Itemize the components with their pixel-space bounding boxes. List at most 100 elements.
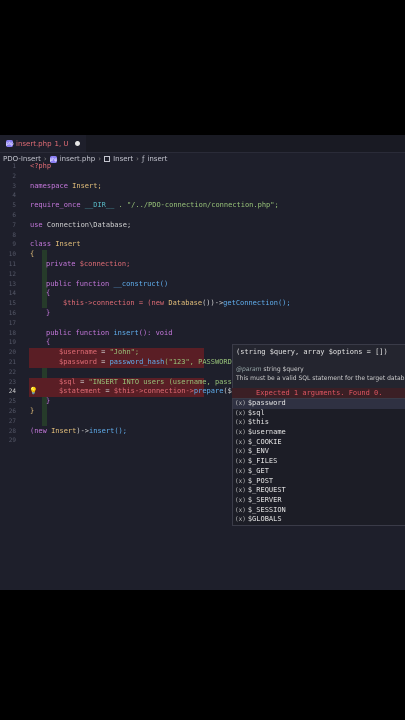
signature-text: (string $query, array $options = [])	[236, 348, 388, 356]
tab-filename: insert.php	[16, 139, 52, 148]
suggestion-item[interactable]: (x) $_SESSION	[233, 506, 405, 516]
suggestion-item[interactable]: (x) $_FILES	[233, 457, 405, 467]
code-text: namespace Insert;	[30, 181, 102, 190]
code-line: 18 public function insert(): void	[0, 329, 405, 339]
line-number: 25	[8, 398, 16, 406]
suggestion-item[interactable]: (x) $_GET	[233, 467, 405, 477]
variable-icon: (x)	[235, 448, 246, 456]
code-text: $statement = $this->connection->prepare(…	[59, 387, 233, 396]
code-text: <?php	[30, 162, 52, 170]
code-line: 15 $this->connection = (new Database())->…	[0, 299, 405, 309]
suggestion-item[interactable]: (x) $username	[233, 428, 405, 438]
variable-icon: (x)	[235, 400, 246, 407]
line-number: 22	[8, 368, 16, 376]
variable-icon: (x)	[235, 477, 246, 485]
code-text: }	[46, 397, 51, 406]
line-number: 16	[8, 309, 16, 317]
line-number: 11	[8, 260, 16, 268]
code-line: 4	[0, 191, 405, 201]
param-description: This must be a valid SQL statement for t…	[236, 375, 405, 382]
code-text: use Connection\Database;	[30, 220, 132, 229]
php-file-icon: php	[6, 140, 14, 147]
line-number: 17	[8, 319, 16, 327]
suggestion-item[interactable]: (x) $password	[233, 399, 405, 409]
line-number: 13	[8, 280, 16, 288]
variable-icon: (x)	[235, 419, 246, 427]
code-text: {	[46, 338, 51, 347]
suggestion-item[interactable]: (x) $_SERVER	[233, 496, 405, 506]
code-line: 6	[0, 211, 405, 221]
line-number: 12	[8, 270, 16, 278]
suggestion-item[interactable]: (x) $_POST	[233, 477, 405, 487]
diagnostic-text: Expected 1 arguments. Found 0.	[256, 389, 383, 397]
line-number: 29	[8, 437, 16, 445]
code-text: {	[46, 289, 51, 298]
line-number: 4	[12, 192, 16, 200]
variable-icon: (x)	[235, 409, 246, 417]
autocomplete-list[interactable]: (x) $password (x) $sql (x) $this (x) $userna…	[232, 398, 405, 526]
tab-status: 1, U	[54, 139, 69, 148]
code-line: 5 require_once __DIR__ . "/../PDO-connect…	[0, 201, 405, 211]
signature-help-popup: (string $query, array $options = []) @pa…	[232, 344, 405, 389]
line-number: 3	[12, 182, 16, 190]
code-text: {	[30, 250, 35, 259]
line-number: 23	[8, 378, 16, 386]
variable-icon: (x)	[235, 506, 246, 514]
line-number: 9	[12, 241, 16, 249]
variable-icon: (x)	[235, 458, 246, 466]
code-text: private $connection;	[46, 259, 131, 268]
suggestion-item[interactable]: (x) $GLOBALS	[233, 515, 405, 525]
line-number: 20	[8, 349, 16, 357]
param-doc: @param string $query	[236, 366, 304, 373]
suggestion-item[interactable]: (x) $_COOKIE	[233, 438, 405, 448]
line-number: 15	[8, 300, 16, 308]
line-number: 26	[8, 407, 16, 415]
code-line: 12	[0, 270, 405, 280]
unsaved-dot-icon[interactable]	[74, 141, 80, 146]
line-number: 2	[12, 172, 16, 180]
code-line: 3 namespace Insert;	[0, 182, 405, 192]
code-line: 13 public function __construct()	[0, 280, 405, 290]
code-text: }	[46, 308, 51, 317]
code-line: 9 class Insert	[0, 240, 405, 250]
code-text: }	[30, 406, 35, 415]
code-line: 16}	[0, 309, 405, 319]
suggestion-item[interactable]: (x) $sql	[233, 409, 405, 419]
lightbulb-icon[interactable]: 💡	[29, 387, 38, 397]
line-number: 18	[8, 329, 16, 337]
line-number: 28	[8, 427, 16, 435]
suggestion-item[interactable]: (x) $_REQUEST	[233, 486, 405, 496]
code-text: public function insert(): void	[46, 328, 173, 337]
line-number: 7	[12, 221, 16, 229]
variable-icon: (x)	[235, 487, 246, 495]
code-text: class Insert	[30, 240, 81, 249]
code-text: public function __construct()	[46, 279, 169, 288]
suggestion-item[interactable]: (x) $this	[233, 418, 405, 428]
variable-icon: (x)	[235, 516, 246, 524]
line-number: 24	[8, 388, 16, 396]
code-line: 8	[0, 231, 405, 241]
line-number: 6	[12, 211, 16, 219]
editor-tab[interactable]: php insert.php 1, U	[0, 135, 86, 152]
line-number: 21	[8, 358, 16, 366]
code-text: $password = password_hash("123", PASSWOR…	[59, 357, 232, 366]
code-text: $sql = "INSERT INTO users (username, pas…	[59, 377, 232, 386]
tab-bar: php insert.php 1, U	[0, 135, 405, 153]
line-number: 27	[8, 417, 16, 425]
code-line: 2	[0, 172, 405, 182]
code-text: $this->connection = (new Database())->ge…	[63, 299, 291, 308]
code-line: 14 {	[0, 289, 405, 299]
line-number: 5	[12, 202, 16, 210]
code-text: (new Insert)->insert();	[30, 426, 127, 435]
line-number: 10	[8, 251, 16, 259]
line-number: 14	[8, 290, 16, 298]
code-editor[interactable]: php insert.php 1, U PDO-Insert › php ins…	[0, 135, 405, 590]
code-line: 7 use Connection\Database;	[0, 221, 405, 231]
code-line: 1 <?php	[0, 162, 405, 172]
suggestion-item[interactable]: (x) $_ENV	[233, 447, 405, 457]
code-text: $username = "John";	[59, 348, 140, 357]
variable-icon: (x)	[235, 496, 246, 504]
line-number: 1	[12, 163, 16, 170]
code-line: 17	[0, 319, 405, 329]
code-text: require_once __DIR__ . "/../PDO-connecti…	[30, 201, 279, 210]
